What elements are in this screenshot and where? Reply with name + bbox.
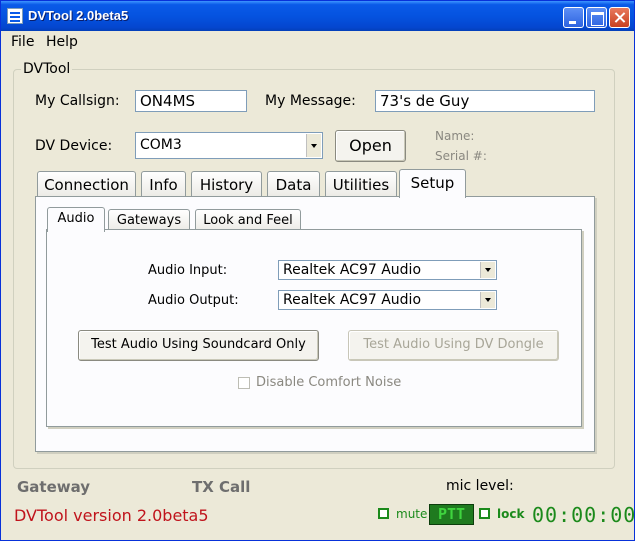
app-icon — [7, 8, 23, 24]
gateway-label: Gateway — [17, 478, 91, 496]
device-value: COM3 — [140, 137, 182, 153]
tab-data[interactable]: Data — [267, 171, 320, 196]
audio-input-label: Audio Input: — [148, 263, 228, 278]
menu-help[interactable]: Help — [46, 34, 78, 50]
tab-info[interactable]: Info — [141, 171, 186, 196]
audio-output-select[interactable]: Realtek AC97 Audio — [278, 290, 497, 310]
menu-bar: File Help — [1, 31, 634, 53]
tab-utilities[interactable]: Utilities — [325, 171, 397, 196]
chevron-down-icon[interactable] — [480, 292, 495, 308]
audio-panel — [46, 229, 582, 427]
chevron-down-icon[interactable] — [306, 134, 321, 157]
subtab-look-and-feel[interactable]: Look and Feel — [195, 209, 301, 231]
version-text: DVTool version 2.0beta5 — [14, 506, 209, 525]
audio-input-select[interactable]: Realtek AC97 Audio — [278, 260, 497, 280]
lock-label: lock — [497, 507, 525, 521]
mic-level-label: mic level: — [446, 478, 514, 494]
group-label: DVTool — [21, 61, 73, 77]
menu-file[interactable]: File — [11, 34, 34, 50]
message-label: My Message: — [265, 93, 356, 109]
minimize-button[interactable] — [563, 7, 584, 28]
callsign-input[interactable]: ON4MS — [135, 90, 247, 112]
tab-history[interactable]: History — [191, 171, 262, 196]
audio-input-value: Realtek AC97 Audio — [283, 262, 422, 278]
test-dongle-button[interactable]: Test Audio Using DV Dongle — [348, 330, 559, 361]
test-soundcard-button[interactable]: Test Audio Using Soundcard Only — [78, 330, 319, 361]
comfort-noise-label: Disable Comfort Noise — [256, 375, 402, 390]
audio-output-value: Realtek AC97 Audio — [283, 292, 422, 308]
tab-setup[interactable]: Setup — [399, 169, 466, 198]
mute-checkbox[interactable] — [378, 508, 389, 519]
tx-call-label: TX Call — [192, 478, 251, 496]
window-title: DVTool 2.0beta5 — [28, 8, 129, 23]
comfort-noise-checkbox[interactable] — [238, 377, 250, 389]
elapsed-timer: 00:00:00 — [532, 503, 635, 527]
device-label: DV Device: — [35, 138, 113, 154]
subtab-gateways[interactable]: Gateways — [108, 209, 190, 231]
chevron-down-icon[interactable] — [480, 262, 495, 278]
tab-connection[interactable]: Connection — [37, 171, 136, 196]
audio-output-label: Audio Output: — [148, 293, 239, 308]
title-bar[interactable]: DVTool 2.0beta5 — [1, 1, 634, 31]
close-button[interactable] — [609, 7, 630, 28]
device-select[interactable]: COM3 — [135, 132, 323, 159]
callsign-label: My Callsign: — [35, 93, 120, 109]
maximize-button[interactable] — [586, 7, 607, 28]
ptt-button[interactable]: PTT — [429, 504, 474, 525]
mute-label: mute — [396, 507, 428, 521]
device-name-label: Name: — [435, 129, 475, 143]
subtab-audio[interactable]: Audio — [47, 207, 105, 232]
open-button[interactable]: Open — [335, 130, 406, 162]
lock-checkbox[interactable] — [479, 508, 490, 519]
device-serial-label: Serial #: — [435, 149, 487, 163]
app-window: DVTool 2.0beta5 File Help DVTool My Call… — [0, 0, 635, 541]
message-input[interactable]: 73's de Guy — [375, 90, 595, 112]
